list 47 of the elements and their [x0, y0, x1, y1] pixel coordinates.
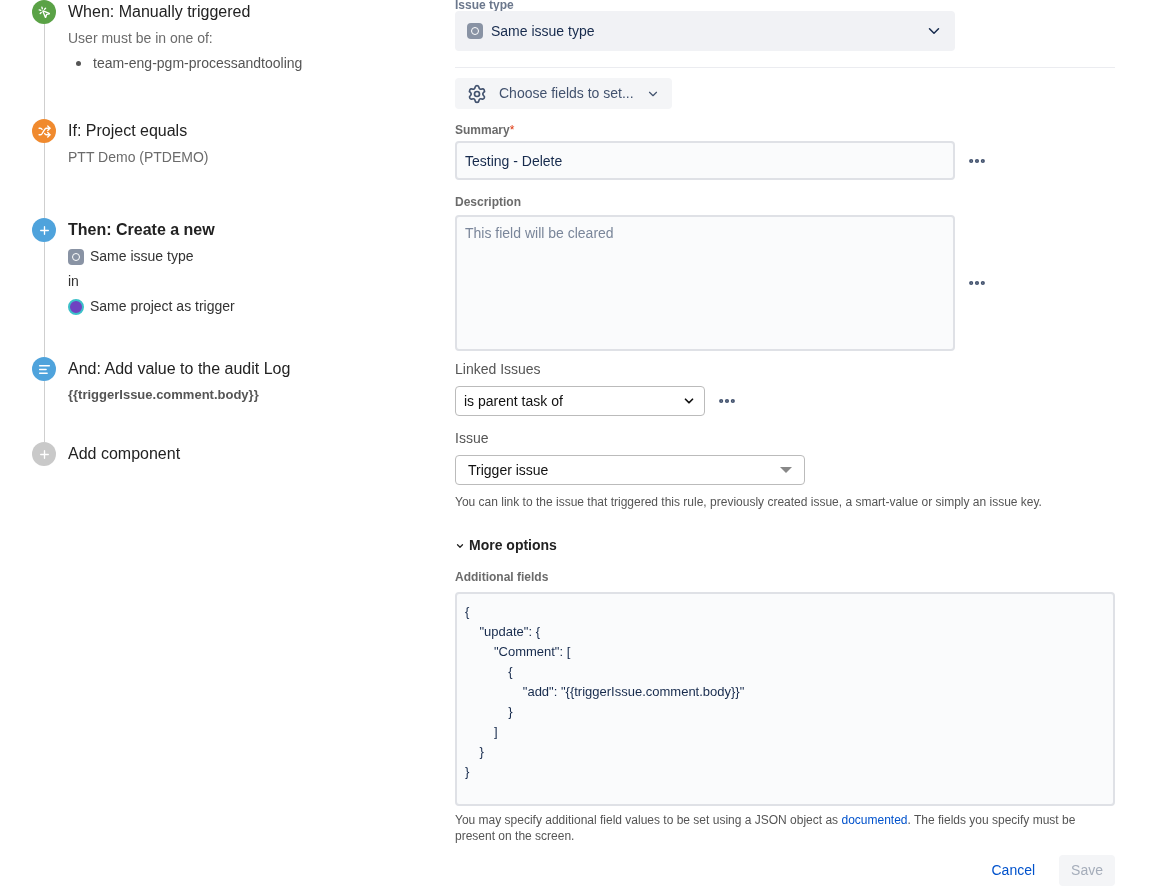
plus-icon [37, 223, 51, 237]
documented-link[interactable]: documented [841, 813, 908, 827]
step-detail: team-eng-pgm-processandtooling [93, 54, 303, 73]
json-textarea[interactable]: { "update": { "Comment": [ { "add": "{{triggerIssue.comment.body}}" } ] } } [455, 592, 1115, 806]
step-node[interactable] [32, 218, 56, 242]
help-text: You may specify additional field values to be set using a JSON object as documented. The fields you specify must be present on the screen. [455, 812, 1077, 844]
step-title[interactable]: When: Manually triggered [68, 0, 303, 24]
field-label: Issue [455, 429, 490, 448]
settings-icon [467, 83, 487, 104]
issue-type-select[interactable]: Same issue type [455, 11, 955, 51]
step-title[interactable]: Then: Create a new [68, 218, 235, 242]
project-avatar-icon [68, 298, 84, 315]
step-node[interactable] [32, 0, 56, 24]
required-mark: * [509, 122, 515, 137]
description-textarea[interactable]: This field will be cleared [455, 215, 955, 351]
field-label: Summary [455, 122, 510, 137]
smart-value: {{triggerIssue.comment.body}} [68, 386, 260, 404]
plus-icon [37, 447, 51, 461]
field-label: Description [455, 194, 522, 211]
step-title[interactable]: And: Add value to the audit Log [68, 357, 291, 381]
step-title[interactable]: If: Project equals [68, 119, 209, 143]
shuffle-icon [37, 124, 51, 138]
help-text: You can link to the issue that triggered this rule, previously created issue, a smart-value or simply an issue key. [455, 494, 1043, 511]
summary-input[interactable]: Testing - Delete [455, 141, 955, 180]
more-options-toggle[interactable]: More options [455, 535, 557, 556]
dropdown-triangle-icon [780, 467, 792, 473]
issue-type-icon [467, 23, 483, 39]
step-detail: PTT Demo (PTDEMO) [68, 148, 209, 167]
step-node[interactable] [32, 442, 56, 466]
step-detail: User must be in one of: [68, 29, 214, 48]
issue-select[interactable]: Trigger issue [455, 455, 805, 485]
step-detail: Same issue type [90, 247, 194, 266]
step-node[interactable] [32, 357, 56, 381]
step-detail: Same project as trigger [90, 297, 235, 316]
issue-type-icon [68, 248, 84, 265]
step-title[interactable]: Add component [68, 442, 181, 466]
cursor-click-icon [37, 5, 51, 19]
link-type-select[interactable]: is parent task of [455, 386, 705, 416]
cancel-button[interactable]: Cancel [979, 855, 1048, 886]
field-label: Issue type [455, 0, 515, 11]
text-lines-icon [37, 362, 51, 376]
step-detail: in [68, 272, 80, 291]
bullet-icon [76, 61, 81, 66]
step-node[interactable] [32, 119, 56, 143]
field-label: Additional fields [455, 569, 550, 586]
field-label: Linked Issues [455, 360, 542, 379]
choose-fields-button[interactable]: Choose fields to set... [455, 78, 672, 109]
